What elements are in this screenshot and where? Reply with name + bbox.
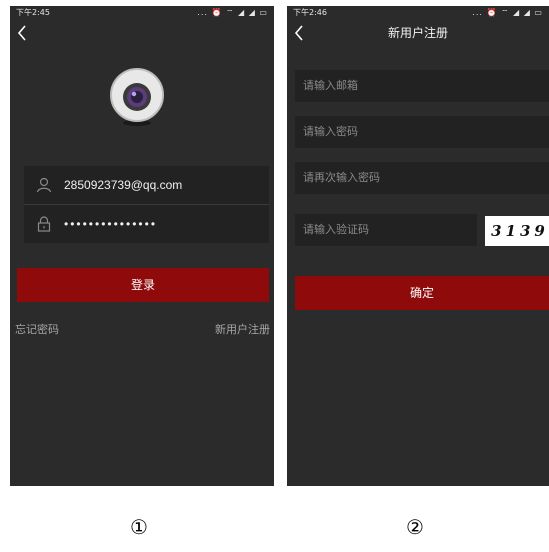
login-screen: 下午2:45 ... ⏰ ⌔ ◢ ◢ ▭ 2850923739@qq.com •… [10,6,274,486]
status-icons: ... ⏰ ⌔ ◢ ◢ ▭ [472,8,543,17]
email-input[interactable]: 请输入邮箱 [295,70,549,102]
password-field[interactable]: ••••••••••••••• [24,205,269,243]
status-time: 下午2:46 [293,8,327,17]
password-value: ••••••••••••••• [64,217,158,231]
status-icons: ... ⏰ ⌔ ◢ ◢ ▭ [197,8,268,17]
password-input[interactable]: 请输入密码 [295,116,549,148]
register-link[interactable]: 新用户注册 [215,321,270,337]
user-icon [24,177,64,193]
captcha-input[interactable]: 请输入验证码 [295,214,477,246]
captcha-image[interactable]: 3139 [485,216,549,246]
register-screen: 下午2:46 ... ⏰ ⌔ ◢ ◢ ▭ 新用户注册 请输入邮箱 请输入密码 请… [287,6,549,486]
page-title: 新用户注册 [387,26,448,40]
forgot-password-link[interactable]: 忘记密码 [15,321,59,337]
screen-label-1: ① [130,515,148,539]
login-button[interactable]: 登录 [17,268,269,302]
password-confirm-input[interactable]: 请再次输入密码 [295,162,549,194]
camera-logo-icon [108,66,166,128]
status-bar: 下午2:46 ... ⏰ ⌔ ◢ ◢ ▭ [287,6,549,20]
status-time: 下午2:45 [16,8,50,17]
lock-icon [24,216,64,232]
status-bar: 下午2:45 ... ⏰ ⌔ ◢ ◢ ▭ [10,6,274,20]
username-value: 2850923739@qq.com [64,178,183,192]
confirm-button[interactable]: 确定 [295,276,549,310]
back-icon[interactable] [16,24,28,42]
username-field[interactable]: 2850923739@qq.com [24,166,269,204]
screen-label-2: ② [406,515,424,539]
